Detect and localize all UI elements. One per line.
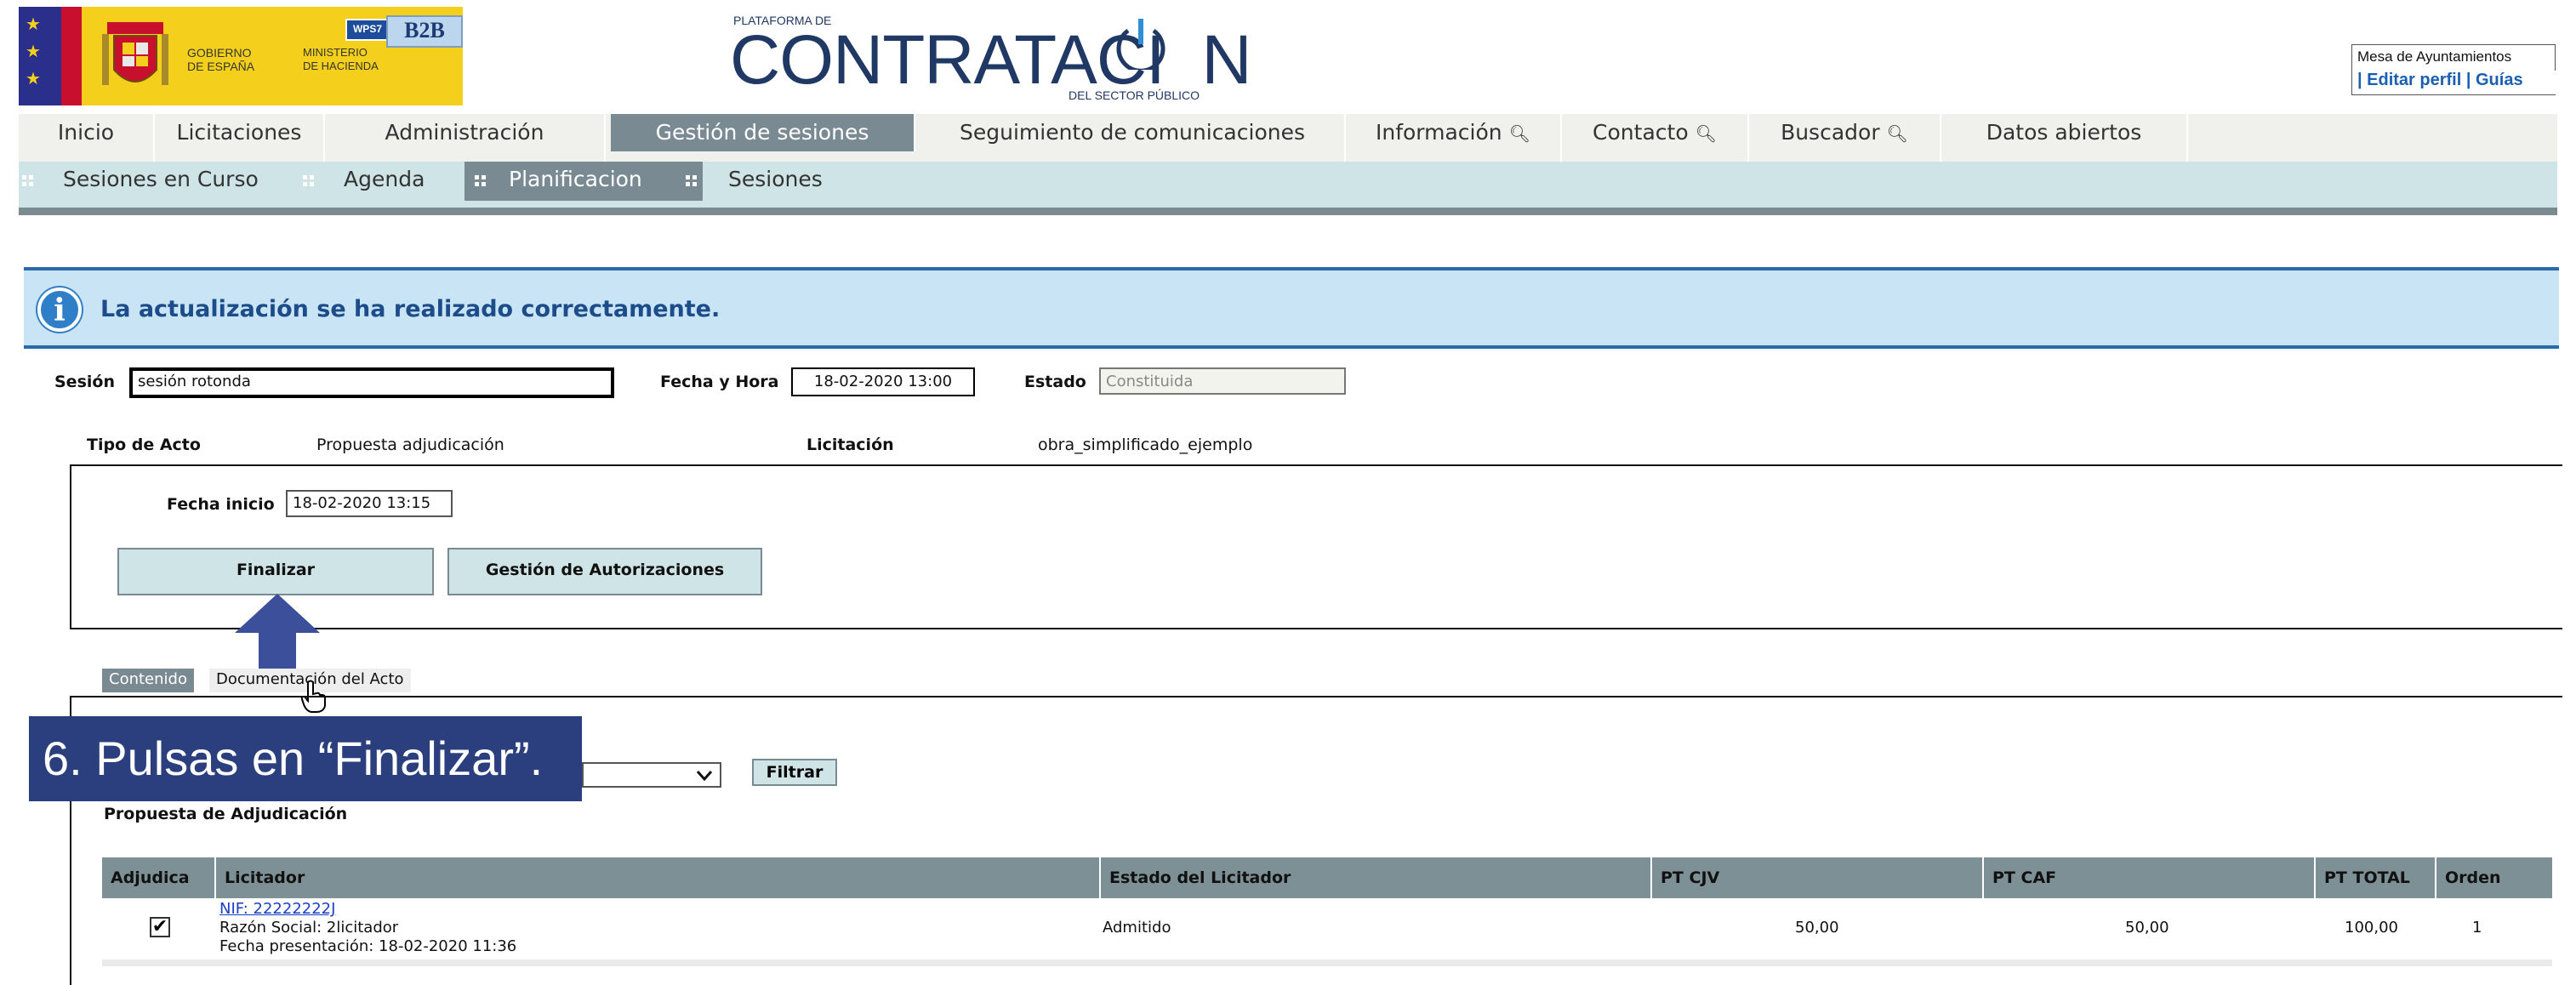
tab-contenido[interactable]: Contenido (102, 669, 194, 692)
nav-administracion[interactable]: Administración (325, 114, 606, 162)
subnav-planificacion[interactable]: Planificacion (464, 162, 703, 201)
gobierno-logo: ★ ★ ★ GOBIERNO DE ESPAÑA MINISTERIO DE HAC… (19, 7, 463, 105)
magnifier-icon: 🔍︎ (1695, 123, 1717, 144)
chevron-down-icon (696, 771, 713, 782)
platform-subtitle: DEL SECTOR PÚBLICO (1069, 88, 1200, 102)
pt-caf-value: 50,00 (2125, 919, 2169, 937)
coat-of-arms-icon (102, 22, 168, 85)
nav-licitaciones[interactable]: Licitaciones (155, 114, 325, 162)
info-icon: i (37, 288, 82, 332)
gobierno-text: GOBIERNO DE ESPAÑA (187, 46, 255, 73)
main-nav: Inicio Licitaciones Administración Gesti… (19, 114, 2557, 162)
licitador-nif-link[interactable]: NIF: 22222222J (219, 900, 335, 918)
col-estado-licitador: Estado del Licitador (1101, 857, 1652, 898)
gestion-autorizaciones-button[interactable]: Gestión de Autorizaciones (447, 548, 762, 595)
nav-seguimiento[interactable]: Seguimiento de comunicaciones (920, 114, 1346, 162)
sub-nav: Sesiones en Curso Agenda Planificacion S… (19, 162, 2557, 208)
pt-cjv-value: 50,00 (1795, 919, 1839, 937)
nav-contacto[interactable]: Contacto 🔍︎ (1562, 114, 1749, 162)
estado-field: Constituida (1099, 367, 1346, 395)
adjudica-checkbox[interactable]: ✔ (150, 917, 170, 937)
magnifier-icon: 🔍︎ (1886, 123, 1908, 144)
filter-select[interactable] (582, 762, 721, 788)
subnav-planificacion-label: Planificacion (509, 167, 642, 191)
sesion-label: Sesión (54, 373, 115, 391)
fecha-inicio-field[interactable]: 18-02-2020 13:15 (286, 490, 453, 517)
col-adjudica: Adjudica (102, 857, 216, 898)
user-box: Mesa de Ayuntamientos | Editar perfil | … (2351, 44, 2576, 95)
tipo-acto-label: Tipo de Acto (87, 436, 201, 454)
nav-buscador[interactable]: Buscador 🔍︎ (1749, 114, 1941, 162)
power-icon (1116, 19, 1165, 70)
nav-datos-abiertos[interactable]: Datos abiertos (1941, 114, 2188, 162)
col-orden: Orden (2445, 868, 2501, 887)
b2b-badge: B2B (386, 15, 463, 48)
propuesta-table-header: Adjudica Licitador Estado del Licitador … (102, 857, 2552, 898)
nav-informacion-label: Información (1375, 120, 1502, 145)
col-pt-total: PT TOTAL (2316, 857, 2436, 898)
licitador-fecha-presentacion: Fecha presentación: 18-02-2020 11:36 (219, 937, 517, 955)
eu-flag-icon: ★ ★ ★ (19, 7, 61, 105)
magnifier-icon: 🔍︎ (1508, 123, 1530, 144)
success-message: La actualización se ha realizado correct… (100, 296, 721, 322)
col-pt-caf: PT CAF (1984, 857, 2316, 898)
instruction-callout: 6. Pulsas en “Finalizar”. (29, 716, 582, 801)
fecha-inicio-label: Fecha inicio (167, 495, 275, 514)
nav-informacion[interactable]: Información 🔍︎ (1346, 114, 1562, 162)
estado-licitador-value: Admitido (1103, 919, 1171, 937)
filtrar-button[interactable]: Filtrar (752, 759, 837, 786)
nav-inicio[interactable]: Inicio (19, 114, 155, 162)
licitacion-value: obra_simplificado_ejemplo (1038, 436, 1253, 454)
estado-label: Estado (1024, 373, 1086, 391)
nav-gestion-sesiones[interactable]: Gestión de sesiones (611, 114, 915, 151)
sesion-input[interactable]: sesión rotonda (129, 367, 614, 398)
ministerio-text: MINISTERIO DE HACIENDA (303, 46, 379, 72)
user-links[interactable]: | Editar perfil | Guías (2352, 71, 2576, 94)
nav-contacto-label: Contacto (1593, 120, 1689, 145)
fecha-hora-label: Fecha y Hora (660, 373, 779, 391)
grip-icon (686, 175, 698, 187)
nav-buscador-label: Buscador (1781, 120, 1880, 145)
pt-total-value: 100,00 (2345, 919, 2398, 937)
grip-icon (303, 175, 315, 187)
col-licitador: Licitador (216, 857, 1101, 898)
licitador-razon-social: Razón Social: 2licitador (219, 919, 399, 937)
finalizar-button[interactable]: Finalizar (117, 548, 434, 595)
orden-value: 1 (2472, 919, 2482, 937)
subnav-sesiones-en-curso[interactable]: Sesiones en Curso (63, 162, 259, 201)
licitacion-label: Licitación (806, 436, 894, 454)
fecha-hora-field[interactable]: 18-02-2020 13:00 (791, 367, 975, 396)
wps-badge: WPS7 (345, 19, 390, 41)
user-organization: Mesa de Ayuntamientos (2357, 48, 2512, 65)
tipo-acto-value: Propuesta adjudicación (316, 436, 504, 454)
platform-title: CONTRATACI N (730, 21, 1252, 99)
grip-icon (475, 175, 487, 187)
propuesta-title: Propuesta de Adjudicación (104, 805, 348, 823)
grip-icon (22, 175, 34, 187)
subnav-agenda[interactable]: Agenda (344, 162, 425, 201)
subnav-sesiones[interactable]: Sesiones (728, 162, 823, 201)
col-pt-cjv: PT CJV (1652, 857, 1984, 898)
